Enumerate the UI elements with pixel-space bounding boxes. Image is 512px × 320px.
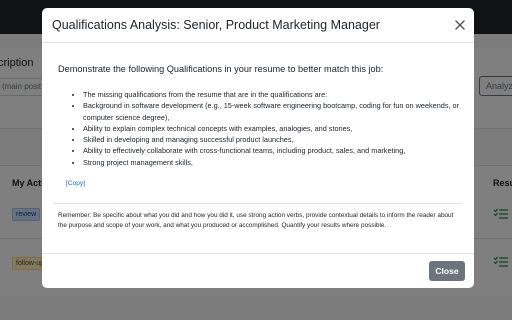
divider xyxy=(54,203,462,204)
list-item: Ability to effectively collaborate with … xyxy=(83,145,474,156)
qualifications-list: The missing qualifications from the resu… xyxy=(58,89,474,168)
intro-text: Demonstrate the following Qualifications… xyxy=(58,64,384,74)
list-item: Ability to explain complex technical con… xyxy=(83,123,474,134)
list-item: Skilled in developing and managing succe… xyxy=(83,134,474,145)
modal-title: Qualifications Analysis: Senior, Product… xyxy=(52,18,380,32)
list-item: The missing qualifications from the resu… xyxy=(83,89,474,100)
list-item: Background in software development (e.g.… xyxy=(83,100,474,123)
close-button[interactable]: Close xyxy=(429,261,465,281)
list-item: Strong project management skills, xyxy=(83,157,474,168)
qualifications-modal: Qualifications Analysis: Senior, Product… xyxy=(42,8,474,288)
modal-footer: Close xyxy=(42,253,474,288)
close-icon[interactable] xyxy=(452,17,468,33)
modal-header: Qualifications Analysis: Senior, Product… xyxy=(42,8,474,43)
reminder-text: Remember: Be specific about what you did… xyxy=(58,212,454,230)
copy-link[interactable]: [Copy] xyxy=(66,180,85,187)
